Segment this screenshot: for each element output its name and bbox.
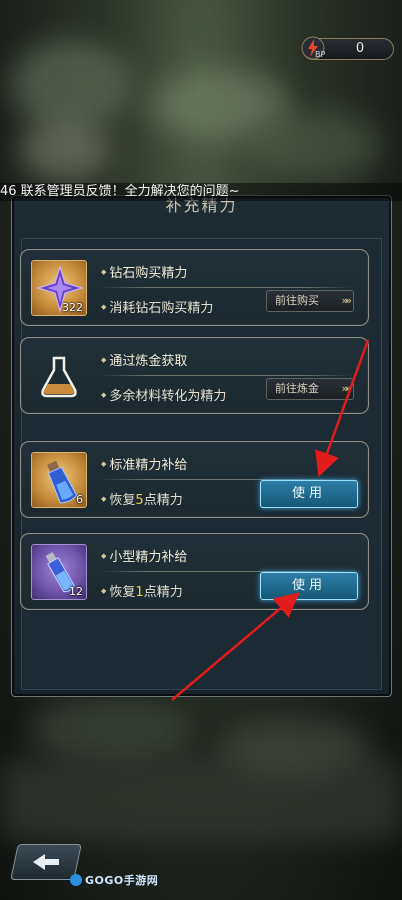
- card-title: 标准精力补给: [101, 454, 187, 473]
- double-chevron-icon: »»: [341, 294, 353, 307]
- card-desc: 消耗钻石购买精力: [101, 297, 213, 316]
- go-purchase-button[interactable]: 前往购买 »»: [266, 290, 354, 312]
- item-quantity: 322: [62, 301, 83, 314]
- card-desc: 恢复1点精力: [101, 581, 182, 600]
- go-alchemy-label: 前往炼金: [275, 382, 319, 395]
- back-arrow-icon: [33, 854, 59, 870]
- blue-potion-icon: 6: [31, 452, 87, 508]
- gogo-logo-icon: [70, 874, 82, 886]
- small-potion-icon: 12: [31, 544, 87, 600]
- card-diamond-purchase: 322 钻石购买精力 消耗钻石购买精力 前往购买 »»: [20, 249, 369, 326]
- use-standard-button[interactable]: 使用: [260, 480, 358, 508]
- watermark: GOGO手游网: [70, 872, 158, 888]
- double-chevron-icon: »»: [341, 382, 353, 395]
- diamond-icon: 322: [31, 260, 87, 316]
- use-small-button[interactable]: 使用: [260, 572, 358, 600]
- go-alchemy-button[interactable]: 前往炼金 »»: [266, 378, 354, 400]
- bp-bolt-icon: BP: [301, 36, 327, 62]
- item-quantity: 6: [76, 493, 83, 506]
- card-title: 小型精力补给: [101, 546, 187, 565]
- bp-value: 0: [355, 41, 365, 56]
- card-title: 通过炼金获取: [101, 350, 187, 369]
- bp-currency[interactable]: BP 0: [301, 36, 394, 62]
- card-small-supply: 12 小型精力补给 恢复1点精力 使用: [20, 533, 369, 610]
- card-standard-supply: 6 标准精力补给 恢复5点精力 使用: [20, 441, 369, 518]
- bp-label: BP: [315, 50, 326, 59]
- item-quantity: 12: [69, 585, 83, 598]
- card-title: 钻石购买精力: [101, 262, 187, 281]
- flask-icon: [31, 348, 87, 404]
- card-alchemy: 通过炼金获取 多余材料转化为精力 前往炼金 »»: [20, 337, 369, 414]
- card-desc: 恢复5点精力: [101, 489, 182, 508]
- notice-marquee: 46 联系管理员反馈！全力解决您的问题~: [0, 183, 402, 201]
- card-desc: 多余材料转化为精力: [101, 385, 226, 404]
- go-purchase-label: 前往购买: [275, 294, 319, 307]
